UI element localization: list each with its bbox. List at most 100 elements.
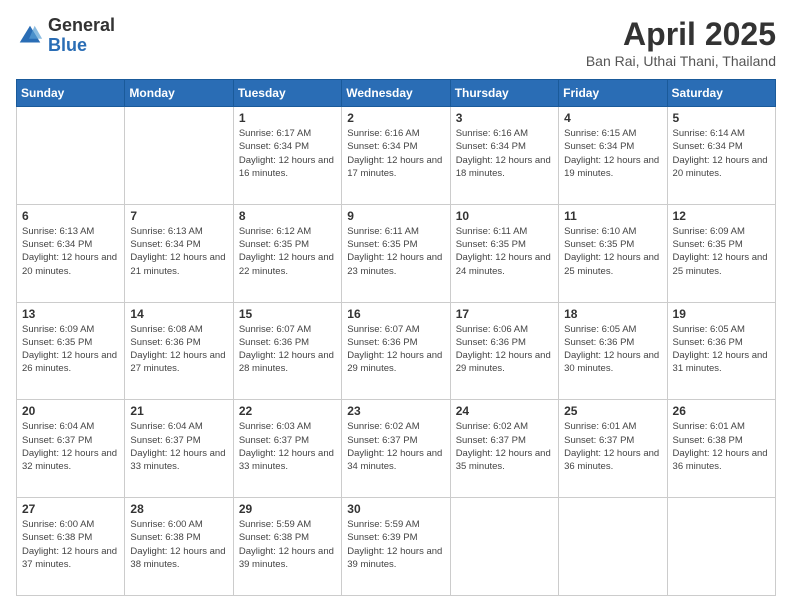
day-info: Sunrise: 6:13 AM Sunset: 6:34 PM Dayligh… — [130, 225, 227, 278]
week-row-5: 27 Sunrise: 6:00 AM Sunset: 6:38 PM Dayli… — [17, 498, 776, 596]
calendar-cell — [559, 498, 667, 596]
day-info: Sunrise: 6:11 AM Sunset: 6:35 PM Dayligh… — [456, 225, 553, 278]
day-info: Sunrise: 5:59 AM Sunset: 6:38 PM Dayligh… — [239, 518, 336, 571]
calendar-cell: 27 Sunrise: 6:00 AM Sunset: 6:38 PM Dayli… — [17, 498, 125, 596]
header: General Blue April 2025 Ban Rai, Uthai T… — [16, 16, 776, 69]
day-info: Sunrise: 6:07 AM Sunset: 6:36 PM Dayligh… — [239, 323, 336, 376]
calendar-cell: 6Sunrise: 6:13 AM Sunset: 6:34 PM Daylig… — [17, 204, 125, 302]
day-info: Sunrise: 5:59 AM Sunset: 6:39 PM Dayligh… — [347, 518, 444, 571]
weekday-header-row: SundayMondayTuesdayWednesdayThursdayFrid… — [17, 80, 776, 107]
week-row-2: 6 Sunrise: 6:13 AM Sunset: 6:34 PM Daylig… — [17, 204, 776, 302]
week-row-4: 20 Sunrise: 6:04 AM Sunset: 6:37 PM Dayli… — [17, 400, 776, 498]
main-title: April 2025 — [586, 16, 776, 53]
calendar-cell: 8 Sunrise: 6:12 AM Sunset: 6:35 PM Daylig… — [233, 204, 341, 302]
day-number: 1 — [239, 111, 336, 125]
day-number: 8 — [239, 209, 336, 223]
day-info: Sunrise: 6:14 AM Sunset: 6:34 PM Dayligh… — [673, 127, 770, 180]
day-info: Sunrise: 6:09 AM Sunset: 6:35 PM Dayligh… — [673, 225, 770, 278]
title-section: April 2025 Ban Rai, Uthai Thani, Thailan… — [586, 16, 776, 69]
calendar-cell: 25 Sunrise: 6:01 AM Sunset: 6:37 PM Dayli… — [559, 400, 667, 498]
day-number: 10 — [456, 209, 553, 223]
day-info: Sunrise: 6:12 AM Sunset: 6:35 PM Dayligh… — [239, 225, 336, 278]
day-info: Sunrise: 6:04 AM Sunset: 6:37 PM Dayligh… — [130, 420, 227, 473]
page: General Blue April 2025 Ban Rai, Uthai T… — [0, 0, 792, 612]
calendar-cell: 29 Sunrise: 5:59 AM Sunset: 6:38 PM Dayli… — [233, 498, 341, 596]
day-info: Sunrise: 6:16 AM Sunset: 6:34 PM Dayligh… — [347, 127, 444, 180]
calendar-cell: 21 Sunrise: 6:04 AM Sunset: 6:37 PM Dayli… — [125, 400, 233, 498]
day-number: 4 — [564, 111, 661, 125]
calendar-cell: 3 Sunrise: 6:16 AM Sunset: 6:34 PM Daylig… — [450, 107, 558, 205]
calendar-cell: 26 Sunrise: 6:01 AM Sunset: 6:38 PM Dayli… — [667, 400, 775, 498]
day-info: Sunrise: 6:01 AM Sunset: 6:37 PM Dayligh… — [564, 420, 661, 473]
day-number: 17 — [456, 307, 553, 321]
day-info: Sunrise: 6:04 AM Sunset: 6:37 PM Dayligh… — [22, 420, 119, 473]
day-number: 25 — [564, 404, 661, 418]
day-info: Sunrise: 6:00 AM Sunset: 6:38 PM Dayligh… — [22, 518, 119, 571]
day-number: 30 — [347, 502, 444, 516]
day-number: 2 — [347, 111, 444, 125]
calendar-cell — [667, 498, 775, 596]
day-number: 23 — [347, 404, 444, 418]
calendar-cell: 1 Sunrise: 6:17 AM Sunset: 6:34 PM Daylig… — [233, 107, 341, 205]
day-info: Sunrise: 6:09 AM Sunset: 6:35 PM Dayligh… — [22, 323, 119, 376]
day-number: 19 — [673, 307, 770, 321]
day-info: Sunrise: 6:02 AM Sunset: 6:37 PM Dayligh… — [347, 420, 444, 473]
day-number: 22 — [239, 404, 336, 418]
calendar-cell: 28 Sunrise: 6:00 AM Sunset: 6:38 PM Dayli… — [125, 498, 233, 596]
day-number: 29 — [239, 502, 336, 516]
weekday-header-friday: Friday — [559, 80, 667, 107]
day-number: 26 — [673, 404, 770, 418]
weekday-header-tuesday: Tuesday — [233, 80, 341, 107]
day-number: 9 — [347, 209, 444, 223]
calendar-cell: 5 Sunrise: 6:14 AM Sunset: 6:34 PM Daylig… — [667, 107, 775, 205]
day-info: Sunrise: 6:16 AM Sunset: 6:34 PM Dayligh… — [456, 127, 553, 180]
calendar-cell: 17 Sunrise: 6:06 AM Sunset: 6:36 PM Dayli… — [450, 302, 558, 400]
day-info: Sunrise: 6:07 AM Sunset: 6:36 PM Dayligh… — [347, 323, 444, 376]
day-info: Sunrise: 6:15 AM Sunset: 6:34 PM Dayligh… — [564, 127, 661, 180]
day-info: Sunrise: 6:06 AM Sunset: 6:36 PM Dayligh… — [456, 323, 553, 376]
weekday-header-saturday: Saturday — [667, 80, 775, 107]
day-number: 20 — [22, 404, 119, 418]
calendar-cell: 14Sunrise: 6:08 AM Sunset: 6:36 PM Dayli… — [125, 302, 233, 400]
day-number: 12 — [673, 209, 770, 223]
day-info: Sunrise: 6:01 AM Sunset: 6:38 PM Dayligh… — [673, 420, 770, 473]
day-info: Sunrise: 6:08 AM Sunset: 6:36 PM Dayligh… — [130, 323, 227, 376]
week-row-1: 1 Sunrise: 6:17 AM Sunset: 6:34 PM Daylig… — [17, 107, 776, 205]
calendar-cell: 18Sunrise: 6:05 AM Sunset: 6:36 PM Dayli… — [559, 302, 667, 400]
calendar-cell: 19 Sunrise: 6:05 AM Sunset: 6:36 PM Dayli… — [667, 302, 775, 400]
day-number: 5 — [673, 111, 770, 125]
calendar-cell: 22 Sunrise: 6:03 AM Sunset: 6:37 PM Dayli… — [233, 400, 341, 498]
calendar-cell — [450, 498, 558, 596]
calendar-cell: 30 Sunrise: 5:59 AM Sunset: 6:39 PM Dayli… — [342, 498, 450, 596]
day-info: Sunrise: 6:02 AM Sunset: 6:37 PM Dayligh… — [456, 420, 553, 473]
calendar-cell — [125, 107, 233, 205]
day-number: 16 — [347, 307, 444, 321]
day-info: Sunrise: 6:03 AM Sunset: 6:37 PM Dayligh… — [239, 420, 336, 473]
subtitle: Ban Rai, Uthai Thani, Thailand — [586, 53, 776, 69]
day-number: 27 — [22, 502, 119, 516]
logo: General Blue — [16, 16, 115, 56]
day-number: 3 — [456, 111, 553, 125]
day-number: 6 — [22, 209, 119, 223]
calendar-cell: 15 Sunrise: 6:07 AM Sunset: 6:36 PM Dayli… — [233, 302, 341, 400]
calendar-cell: 16 Sunrise: 6:07 AM Sunset: 6:36 PM Dayli… — [342, 302, 450, 400]
weekday-header-monday: Monday — [125, 80, 233, 107]
day-info: Sunrise: 6:00 AM Sunset: 6:38 PM Dayligh… — [130, 518, 227, 571]
day-info: Sunrise: 6:11 AM Sunset: 6:35 PM Dayligh… — [347, 225, 444, 278]
day-number: 7 — [130, 209, 227, 223]
day-number: 24 — [456, 404, 553, 418]
calendar-cell: 12 Sunrise: 6:09 AM Sunset: 6:35 PM Dayli… — [667, 204, 775, 302]
calendar-cell: 24 Sunrise: 6:02 AM Sunset: 6:37 PM Dayli… — [450, 400, 558, 498]
day-info: Sunrise: 6:05 AM Sunset: 6:36 PM Dayligh… — [564, 323, 661, 376]
day-number: 15 — [239, 307, 336, 321]
day-info: Sunrise: 6:05 AM Sunset: 6:36 PM Dayligh… — [673, 323, 770, 376]
day-number: 28 — [130, 502, 227, 516]
calendar-cell: 11Sunrise: 6:10 AM Sunset: 6:35 PM Dayli… — [559, 204, 667, 302]
day-number: 13 — [22, 307, 119, 321]
logo-blue: Blue — [48, 36, 115, 56]
day-number: 21 — [130, 404, 227, 418]
day-info: Sunrise: 6:17 AM Sunset: 6:34 PM Dayligh… — [239, 127, 336, 180]
calendar-cell: 23 Sunrise: 6:02 AM Sunset: 6:37 PM Dayli… — [342, 400, 450, 498]
calendar-cell: 13 Sunrise: 6:09 AM Sunset: 6:35 PM Dayli… — [17, 302, 125, 400]
weekday-header-wednesday: Wednesday — [342, 80, 450, 107]
